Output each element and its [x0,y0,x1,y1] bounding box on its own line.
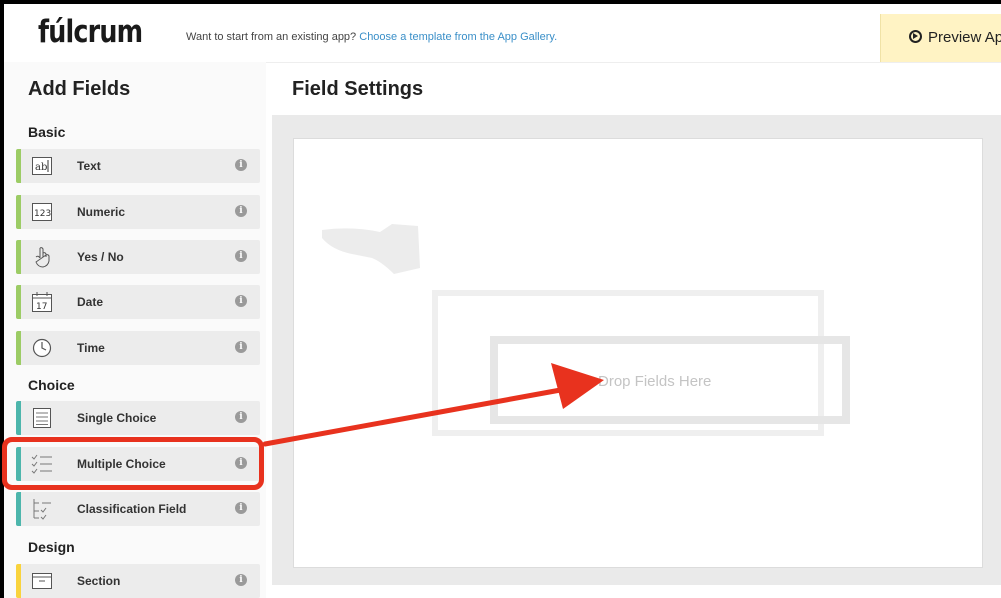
annotation-arrow [262,363,604,447]
